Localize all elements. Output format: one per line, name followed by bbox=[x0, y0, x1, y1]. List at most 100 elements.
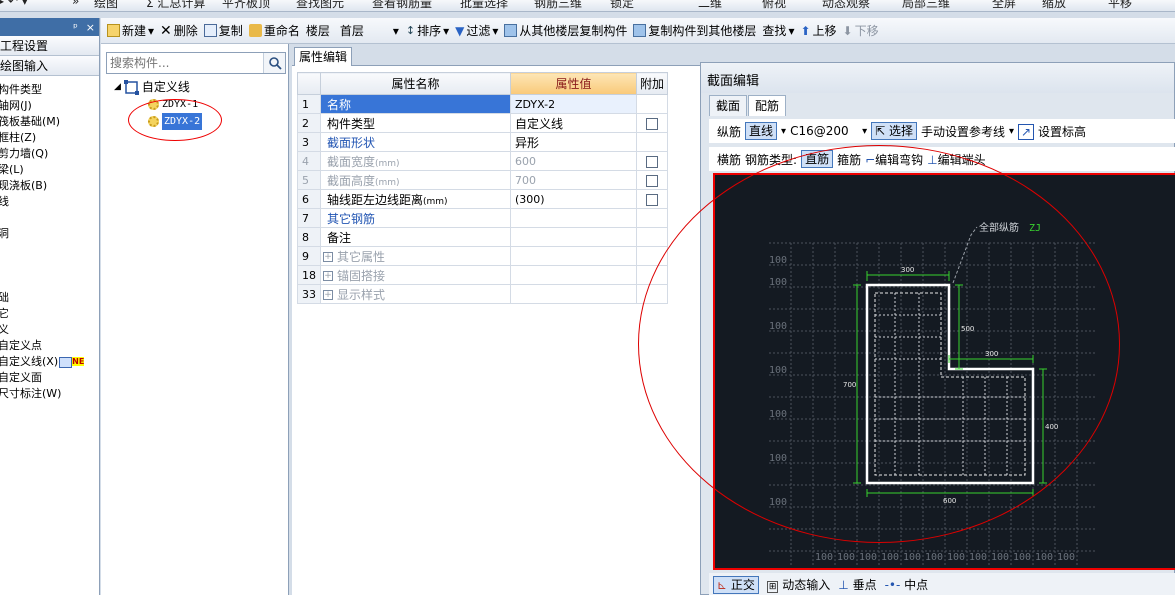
perpendicular-toggle[interactable]: ⊥ 垂点 bbox=[838, 576, 876, 593]
stirrup-button[interactable]: 箍筋 bbox=[837, 151, 861, 168]
nav-item[interactable]: 础 bbox=[0, 290, 97, 306]
nav-item[interactable]: 自定义面 bbox=[0, 370, 97, 386]
nav-item[interactable]: 筏板基础(M) bbox=[0, 114, 97, 130]
tab-section[interactable]: 截面 bbox=[709, 95, 748, 116]
tree-item-selected[interactable]: ZDYX-2 bbox=[114, 113, 203, 130]
toolbar-draw[interactable]: 绘图 bbox=[94, 0, 118, 11]
line-type-button[interactable]: 直线 bbox=[745, 122, 778, 140]
toolbar-2d[interactable]: 二维 bbox=[698, 0, 722, 11]
nav-item[interactable] bbox=[0, 242, 97, 258]
toolbar-local-3d[interactable]: 局部三维 bbox=[902, 0, 950, 11]
nav-item[interactable]: 它 bbox=[0, 306, 97, 322]
section-drawing[interactable]: 100 100 100 100 100 100 100 100 100 100 … bbox=[715, 175, 1175, 570]
copy-to-floor-button[interactable]: 复制构件到其他楼层 bbox=[633, 22, 756, 39]
move-up-button[interactable]: ⬆ 上移 bbox=[800, 22, 836, 39]
rename-button[interactable]: 重命名 bbox=[248, 22, 300, 39]
prop-value[interactable] bbox=[510, 284, 637, 304]
nav-item[interactable]: 洞 bbox=[0, 226, 97, 242]
table-row[interactable]: 6 轴线距左边线距离(mm) (300) bbox=[297, 189, 668, 209]
filter-button[interactable]: ▼ 过滤 ▾ bbox=[455, 22, 498, 39]
extra-checkbox[interactable] bbox=[646, 155, 658, 168]
tab-property-edit[interactable]: 属性编辑 bbox=[294, 47, 352, 66]
expand-icon[interactable]: + bbox=[323, 271, 333, 281]
nav-section-project-settings[interactable]: 工程设置 bbox=[0, 36, 99, 56]
tab-reinforcement[interactable]: 配筋 bbox=[748, 95, 787, 116]
toolbar-pan[interactable]: 平移 bbox=[1108, 0, 1132, 11]
close-icon[interactable]: × bbox=[86, 21, 95, 34]
prop-value[interactable]: ZDYX-2 bbox=[510, 94, 637, 114]
nav-item[interactable]: 尺寸标注(W) bbox=[0, 386, 97, 402]
copy-from-floor-button[interactable]: 从其他楼层复制构件 bbox=[504, 22, 627, 39]
prop-value[interactable]: 自定义线 bbox=[510, 113, 637, 133]
prop-value[interactable]: (300) bbox=[510, 189, 637, 209]
nav-item[interactable]: 自定义点 bbox=[0, 338, 97, 354]
prop-value[interactable] bbox=[510, 227, 637, 247]
edit-hook-button[interactable]: ⌐编辑弯钩 bbox=[865, 151, 923, 168]
table-row[interactable]: 8 备注 bbox=[297, 227, 668, 247]
table-row[interactable]: 18 + 锚固搭接 bbox=[297, 265, 668, 285]
table-row[interactable]: 5 截面高度(mm) 700 bbox=[297, 170, 668, 190]
nav-item[interactable] bbox=[0, 210, 97, 226]
toolbar-find-element[interactable]: 查找图元 bbox=[296, 0, 344, 11]
prop-value[interactable]: 异形 bbox=[510, 132, 637, 152]
nav-item[interactable]: 框柱(Z) bbox=[0, 130, 97, 146]
table-row[interactable]: 7 其它钢筋 bbox=[297, 208, 668, 228]
toolbar-rebar-3d[interactable]: 钢筋三维 bbox=[534, 0, 582, 11]
sort-button[interactable]: ↕ 排序 ▾ bbox=[406, 22, 449, 39]
prop-value[interactable]: 700 bbox=[510, 170, 637, 190]
nav-item[interactable]: 轴网(J) bbox=[0, 98, 97, 114]
nav-item-custom-line[interactable]: 自定义线(X) NE bbox=[0, 354, 97, 370]
straight-rebar-button[interactable]: 直筋 bbox=[801, 150, 834, 168]
extra-checkbox[interactable] bbox=[646, 193, 658, 206]
manual-reference-line-button[interactable]: 手动设置参考线 bbox=[921, 123, 1005, 140]
nav-item[interactable]: 义 bbox=[0, 322, 97, 338]
extra-checkbox[interactable] bbox=[646, 117, 658, 130]
floor-select[interactable]: 首层 ▾ bbox=[336, 22, 400, 40]
set-elevation-button[interactable]: ↗ 设置标高 bbox=[1018, 123, 1086, 140]
extra-checkbox[interactable] bbox=[646, 174, 658, 187]
table-row[interactable]: 3 截面形状 异形 bbox=[297, 132, 668, 152]
find-button[interactable]: 查找 ▾ bbox=[762, 22, 794, 39]
chevron-down-icon[interactable]: ▾ bbox=[781, 126, 786, 137]
tree-root[interactable]: ◢ 自定义线 bbox=[114, 79, 202, 96]
nav-item[interactable]: 现浇板(B) bbox=[0, 178, 97, 194]
dynamic-input-toggle[interactable]: ⊞ 动态输入 bbox=[766, 576, 830, 593]
table-row[interactable]: 1 名称 ZDYX-2 bbox=[297, 94, 668, 114]
select-button[interactable]: ⇱ 选择 bbox=[871, 122, 917, 140]
section-canvas[interactable]: 100 100 100 100 100 100 100 100 100 100 … bbox=[713, 173, 1175, 570]
chevron-down-icon[interactable]: ▾ bbox=[862, 126, 867, 137]
copy-button[interactable]: 复制 bbox=[203, 22, 243, 39]
nav-item[interactable] bbox=[0, 258, 97, 274]
pin-icon[interactable]: ᵖ bbox=[73, 21, 78, 34]
prop-value[interactable] bbox=[510, 208, 637, 228]
nav-item[interactable]: 构件类型 bbox=[0, 82, 97, 98]
nav-item[interactable] bbox=[0, 274, 97, 290]
nav-section-drawing-input[interactable]: 绘图输入 bbox=[0, 56, 99, 76]
edit-end-button[interactable]: ⊥编辑端头 bbox=[927, 151, 985, 168]
collapse-icon[interactable]: ◢ bbox=[114, 79, 121, 96]
ortho-toggle[interactable]: ⊾ 正交 bbox=[713, 575, 759, 594]
toolbar-overflow[interactable]: ▸ ↶ ▾ bbox=[0, 0, 28, 8]
toolbar-batch-select[interactable]: 批量选择 bbox=[460, 0, 508, 11]
prop-value[interactable] bbox=[510, 265, 637, 285]
toolbar-summary-calc[interactable]: Σ 汇总计算 bbox=[146, 0, 205, 11]
expand-icon[interactable]: + bbox=[323, 290, 333, 300]
toolbar-zoom[interactable]: 缩放 bbox=[1042, 0, 1066, 11]
expand-icon[interactable]: + bbox=[323, 252, 333, 262]
search-button[interactable] bbox=[263, 53, 285, 73]
delete-button[interactable]: ✕ 删除 bbox=[160, 22, 198, 39]
nav-item[interactable]: 线 bbox=[0, 194, 97, 210]
midpoint-toggle[interactable]: -•- 中点 bbox=[885, 576, 929, 593]
toolbar-orbit[interactable]: 动态观察 bbox=[822, 0, 870, 11]
nav-item[interactable]: 剪力墙(Q) bbox=[0, 146, 97, 162]
toolbar-lock[interactable]: 锁定 bbox=[610, 0, 634, 11]
table-row[interactable]: 9 + 其它属性 bbox=[297, 246, 668, 266]
table-row[interactable]: 4 截面宽度(mm) 600 bbox=[297, 151, 668, 171]
table-row[interactable]: 2 构件类型 自定义线 bbox=[297, 113, 668, 133]
toolbar-top-view[interactable]: 俯视 bbox=[762, 0, 786, 11]
search-input[interactable] bbox=[107, 53, 263, 73]
tree-item[interactable]: ZDYX-1 bbox=[114, 96, 202, 113]
prop-value[interactable]: 600 bbox=[510, 151, 637, 171]
chevron-down-icon[interactable]: ▾ bbox=[1009, 126, 1014, 137]
nav-item[interactable]: 梁(L) bbox=[0, 162, 97, 178]
